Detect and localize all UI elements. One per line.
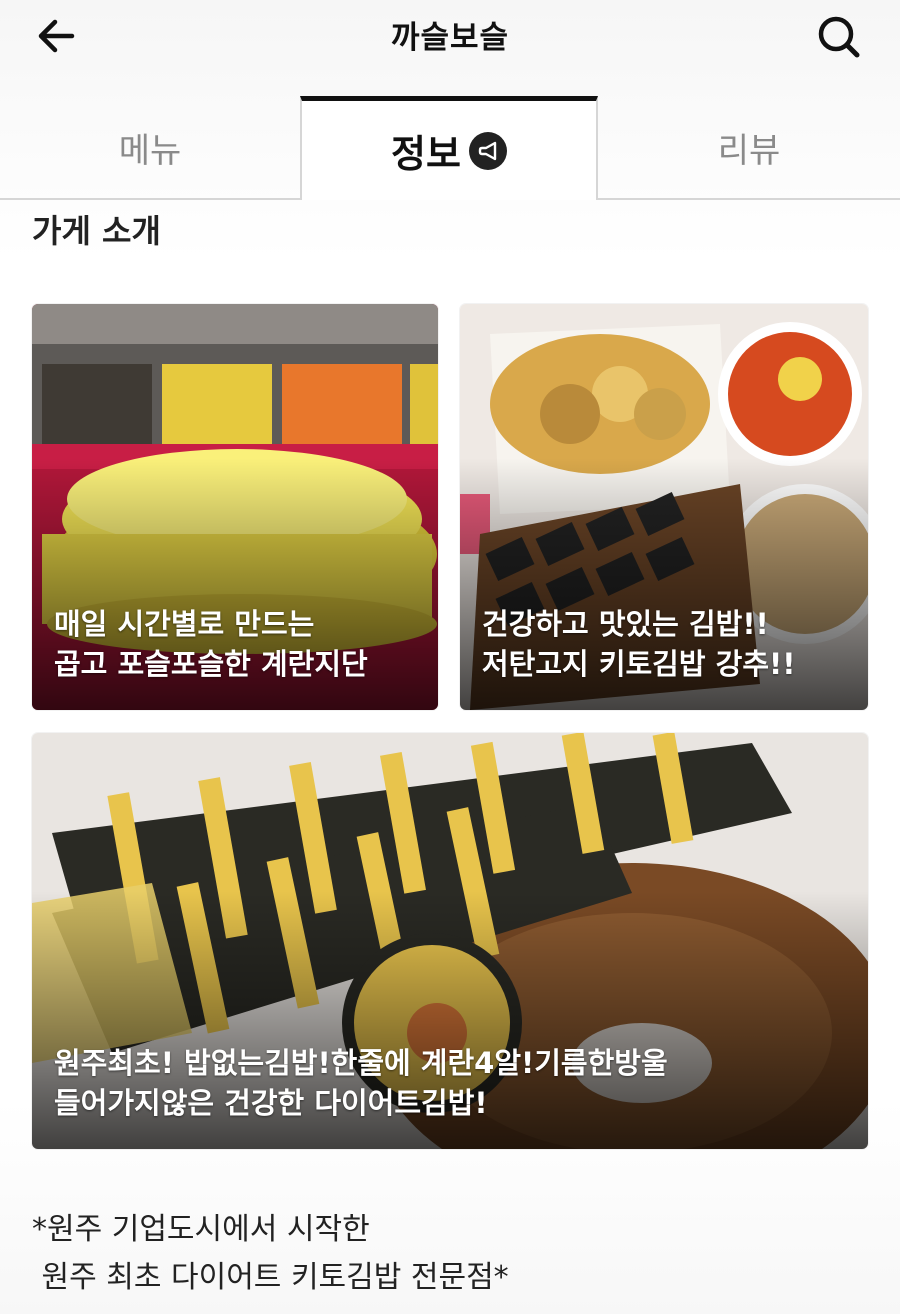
tab-info[interactable]: 정보: [300, 96, 598, 200]
store-intro-text: *원주 기업도시에서 시작한 원주 최초 다이어트 키토김밥 전문점*: [32, 1206, 509, 1302]
card-caption: 매일 시간별로 만드는 곱고 포슬포슬한 계란지단: [54, 604, 426, 684]
caption-line: 저탄고지 키토김밥 강추!!: [482, 647, 796, 681]
tab-review[interactable]: 리뷰: [598, 96, 900, 200]
card-caption: 건강하고 맛있는 김밥!! 저탄고지 키토김밥 강추!!: [482, 604, 856, 684]
intro-line: *원주 기업도시에서 시작한: [32, 1212, 370, 1247]
search-icon: [818, 16, 860, 58]
page-title: 까슬보슬: [390, 20, 510, 56]
tab-review-label: 리뷰: [717, 130, 781, 171]
intro-card-keto-kimbap[interactable]: 원주최초! 밥없는김밥!한줄에 계란4알!기름한방울 들어가지않은 건강한 다이…: [32, 733, 868, 1149]
intro-line: 원주 최초 다이어트 키토김밥 전문점*: [32, 1260, 509, 1295]
caption-line: 매일 시간별로 만드는: [54, 607, 315, 641]
intro-card-food-spread[interactable]: 건강하고 맛있는 김밥!! 저탄고지 키토김밥 강추!!: [460, 304, 868, 710]
caption-line: 들어가지않은 건강한 다이어트김밥!: [54, 1086, 488, 1120]
section-title: 가게 소개: [32, 212, 161, 250]
caption-line: 원주최초! 밥없는김밥!한줄에 계란4알!기름한방울: [54, 1046, 668, 1080]
tab-menu-label: 메뉴: [118, 130, 182, 171]
search-button[interactable]: [808, 10, 870, 62]
card-caption: 원주최초! 밥없는김밥!한줄에 계란4알!기름한방울 들어가지않은 건강한 다이…: [54, 1043, 856, 1123]
tab-info-label: 정보: [391, 132, 461, 176]
megaphone-icon: [468, 131, 507, 170]
caption-line: 건강하고 맛있는 김밥!!: [482, 607, 769, 641]
top-app-bar: 까슬보슬: [0, 0, 900, 96]
caption-line: 곱고 포슬포슬한 계란지단: [54, 647, 368, 681]
tab-menu[interactable]: 메뉴: [0, 96, 300, 200]
tab-bar: 메뉴 정보 리뷰: [0, 96, 900, 200]
intro-card-egg-crepe[interactable]: 매일 시간별로 만드는 곱고 포슬포슬한 계란지단: [32, 304, 438, 710]
